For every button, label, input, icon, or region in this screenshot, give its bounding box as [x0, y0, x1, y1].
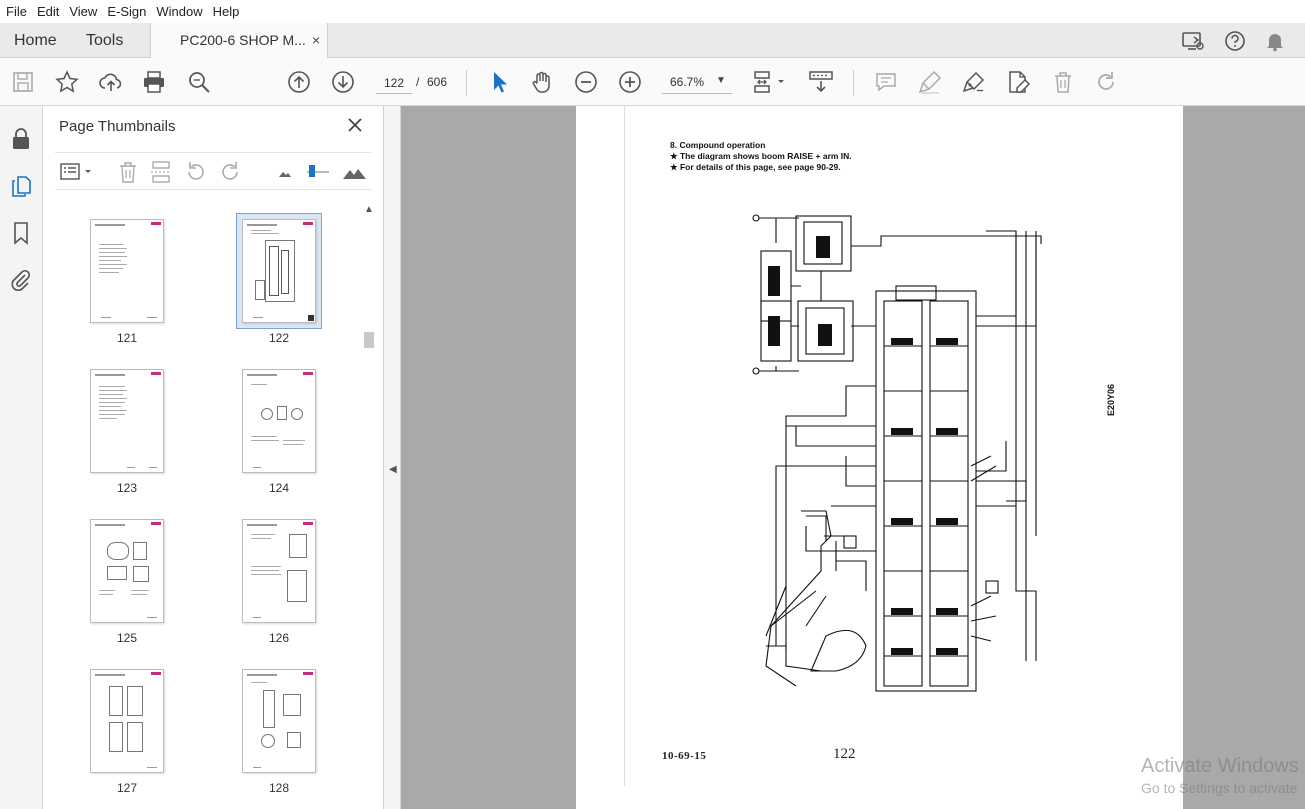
thumbnail-page-127[interactable] [90, 669, 164, 773]
bookmark-icon[interactable] [8, 220, 34, 246]
thumbnail-page-124[interactable] [242, 369, 316, 473]
panel-title: Page Thumbnails [59, 118, 176, 135]
note-line-2: ★ For details of this page, see page 90-… [670, 162, 841, 172]
scroll-mode-icon[interactable] [808, 69, 834, 95]
thumbnail-options-icon[interactable] [59, 159, 95, 185]
tab-tools[interactable]: Tools [86, 23, 123, 58]
document-view[interactable]: 8. Compound operation ★ The diagram show… [401, 106, 1305, 809]
page-thumbnails-icon[interactable] [8, 173, 34, 199]
larger-thumbnails-icon[interactable] [341, 159, 367, 185]
menu-window[interactable]: Window [152, 0, 206, 23]
tab-home[interactable]: Home [14, 23, 57, 58]
thumbnail-page-123[interactable] [90, 369, 164, 473]
smaller-thumbnails-icon[interactable] [271, 159, 297, 185]
thumbnail-label-127: 127 [116, 781, 138, 795]
toolbar-divider [466, 70, 467, 96]
help-icon[interactable] [1222, 28, 1248, 54]
main-toolbar: / 606 66.7% ▼ [0, 58, 1305, 106]
footer-page-number: 122 [833, 746, 856, 762]
comment-icon[interactable] [873, 69, 899, 95]
close-panel-icon[interactable] [345, 115, 365, 135]
tab-bar: Home Tools PC200-6 SHOP M... × [0, 23, 1305, 59]
thumbnail-size-slider[interactable] [305, 159, 331, 185]
page-separator: / [416, 75, 420, 89]
share-screen-icon[interactable] [1180, 28, 1206, 54]
watermark-line-1: Activate Windows [1141, 755, 1299, 777]
tab-document[interactable]: PC200-6 SHOP M... × [150, 23, 328, 59]
rotate-left-icon[interactable] [183, 159, 209, 185]
toolbar-divider [853, 70, 854, 96]
thumbnail-list: 121 122 123 124 125 126 127 128 [55, 200, 359, 809]
select-cursor-icon[interactable] [486, 69, 512, 95]
hydraulic-circuit-diagram [752, 214, 1042, 692]
delete-page-icon[interactable] [115, 159, 141, 185]
thumbnail-label-122: 122 [268, 331, 290, 345]
save-icon[interactable] [10, 69, 36, 95]
page-margin-line [624, 106, 625, 786]
print-icon[interactable] [141, 69, 167, 95]
scroll-up-arrow-icon[interactable]: ▲ [364, 204, 374, 215]
menu-file[interactable]: File [2, 0, 31, 23]
previous-page-icon[interactable] [286, 69, 312, 95]
thumbnail-label-121: 121 [116, 331, 138, 345]
draw-sign-icon[interactable] [961, 69, 987, 95]
menu-edit[interactable]: Edit [33, 0, 63, 23]
hand-tool-icon[interactable] [529, 69, 555, 95]
bookmark-star-icon[interactable] [54, 69, 80, 95]
side-diagram-code: E20Y06 [1106, 383, 1116, 416]
menu-bar: File Edit View E-Sign Window Help [0, 0, 1305, 23]
page-fit-icon[interactable] [752, 69, 788, 95]
thumbnail-page-125[interactable] [90, 519, 164, 623]
next-page-icon[interactable] [330, 69, 356, 95]
menu-esign[interactable]: E-Sign [103, 0, 150, 23]
section-heading: 8. Compound operation [670, 140, 766, 150]
thumbnail-label-123: 123 [116, 481, 138, 495]
thumbnail-label-125: 125 [116, 631, 138, 645]
cloud-upload-icon[interactable] [98, 69, 124, 95]
document-tab-title: PC200-6 SHOP M... [180, 32, 306, 48]
zoom-out-icon[interactable] [573, 69, 599, 95]
document-page: 8. Compound operation ★ The diagram show… [576, 106, 1183, 809]
page-number-input[interactable] [376, 72, 412, 94]
close-tab-icon[interactable]: × [312, 23, 320, 58]
highlight-pen-icon[interactable] [917, 69, 943, 95]
rotate-right-icon[interactable] [217, 159, 243, 185]
thumbnail-page-126[interactable] [242, 519, 316, 623]
extract-page-icon[interactable] [148, 159, 174, 185]
left-navigation-rail [0, 106, 43, 809]
collapse-arrow-icon[interactable]: ◀ [389, 464, 397, 475]
scrollbar-thumb[interactable] [364, 332, 374, 348]
thumbnail-label-128: 128 [268, 781, 290, 795]
zoom-in-icon[interactable] [617, 69, 643, 95]
panel-collapse-strip[interactable]: ◀ [384, 106, 401, 809]
footer-code: 10-69-15 [662, 750, 707, 762]
watermark-line-2: Go to Settings to activate [1141, 780, 1298, 796]
menu-view[interactable]: View [65, 0, 101, 23]
thumbnail-label-124: 124 [268, 481, 290, 495]
search-zoom-icon[interactable] [186, 69, 212, 95]
thumbnail-page-128[interactable] [242, 669, 316, 773]
page-thumbnails-panel: Page Thumbnails 121 122 123 124 125 126 … [43, 106, 384, 809]
thumbnail-page-122[interactable] [242, 219, 316, 323]
notification-bell-icon[interactable] [1262, 28, 1288, 54]
redo-icon[interactable] [1093, 69, 1119, 95]
zoom-level-dropdown[interactable]: 66.7% ▼ [662, 72, 732, 94]
edit-document-icon[interactable] [1005, 69, 1031, 95]
zoom-value: 66.7% [670, 75, 705, 89]
windows-activation-watermark: Activate Windows Go to Settings to activ… [1141, 754, 1299, 798]
note-line-1: ★ The diagram shows boom RAISE + arm IN. [670, 151, 852, 161]
page-total: 606 [427, 75, 448, 89]
thumbnail-scrollbar[interactable]: ▲ [361, 200, 377, 809]
menu-help[interactable]: Help [209, 0, 244, 23]
delete-trash-icon[interactable] [1050, 69, 1076, 95]
chevron-down-icon: ▼ [716, 75, 726, 86]
thumbnail-toolbar [55, 152, 371, 190]
thumbnail-label-126: 126 [268, 631, 290, 645]
lock-icon[interactable] [8, 126, 34, 152]
attachment-paperclip-icon[interactable] [8, 266, 34, 292]
thumbnail-page-121[interactable] [90, 219, 164, 323]
